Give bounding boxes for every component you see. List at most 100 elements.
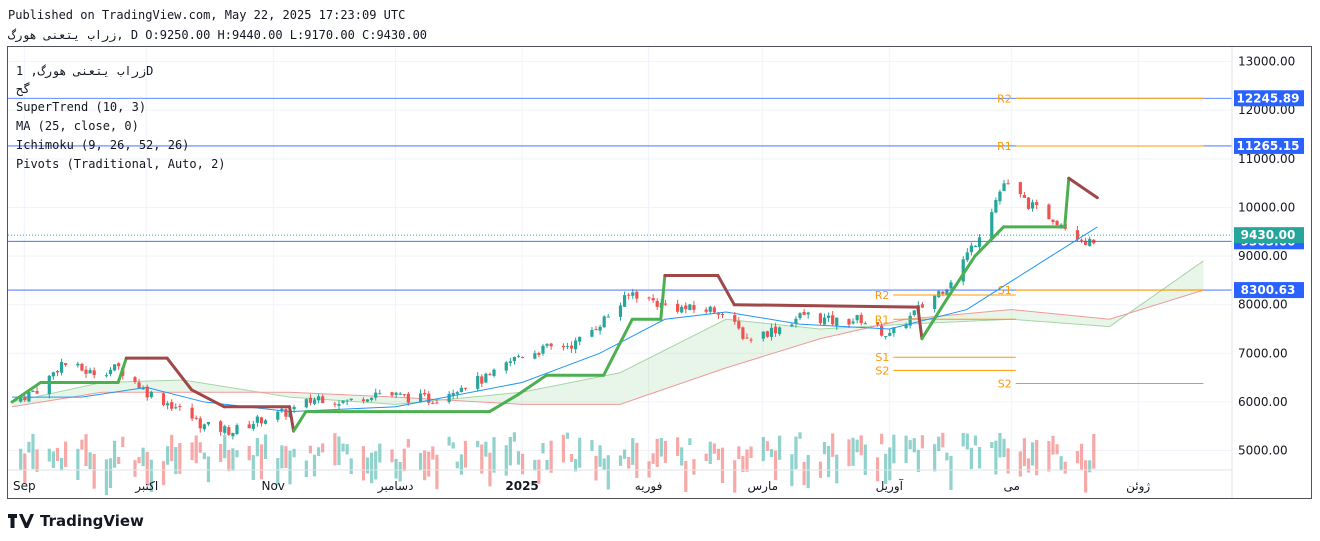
- volume-bar: [76, 448, 80, 480]
- volume-bar: [321, 443, 325, 453]
- candle-body: [618, 305, 623, 317]
- candle-body: [463, 387, 468, 389]
- volume-bar: [977, 447, 982, 469]
- candle-body: [484, 373, 488, 383]
- volume-bar: [312, 454, 317, 477]
- volume-bar: [949, 455, 953, 491]
- candle-body: [312, 399, 317, 404]
- candle-body: [941, 291, 945, 294]
- volume-bar: [847, 439, 851, 467]
- legend-pivots[interactable]: Pivots (Traditional, Auto, 2): [16, 157, 226, 171]
- volume-bar: [1079, 443, 1084, 470]
- volume-bar: [965, 433, 969, 450]
- candle-body: [855, 315, 859, 321]
- x-tick-label: آوریل: [876, 478, 904, 494]
- candle-body: [990, 212, 994, 239]
- candle-body: [284, 409, 288, 417]
- candle-body: [459, 387, 463, 392]
- candle-body: [394, 392, 398, 395]
- volume-bar: [137, 457, 141, 464]
- volume-bar: [765, 441, 769, 451]
- volume-bar: [994, 440, 998, 475]
- candle-body: [622, 295, 627, 307]
- volume-bar: [512, 432, 517, 442]
- pivot-label: S1: [875, 351, 889, 364]
- candle-body: [174, 407, 178, 409]
- candle-body: [606, 316, 610, 318]
- volume-bar: [904, 435, 908, 463]
- candle-body: [161, 393, 166, 406]
- volume-bar: [235, 450, 239, 458]
- volume-bar: [990, 442, 994, 449]
- volume-bar: [47, 448, 51, 462]
- volume-bar: [822, 441, 827, 455]
- volume-bar: [565, 432, 570, 439]
- volume-bar: [712, 443, 716, 454]
- candle-body: [361, 399, 366, 402]
- volume-bar: [112, 440, 117, 468]
- legend-ichimoku[interactable]: Ichimoku (9, 26, 52, 26): [16, 138, 189, 152]
- price-chart[interactable]: R2R1S1S2R2R1S1S25000.006000.007000.00800…: [0, 0, 1320, 541]
- candle-body: [973, 246, 978, 248]
- volume-bar: [859, 435, 863, 456]
- candle-body: [427, 393, 431, 403]
- volume-bar: [292, 448, 296, 458]
- candle-body: [333, 403, 337, 405]
- volume-bar: [190, 442, 194, 461]
- candle-body: [223, 426, 227, 433]
- candle-body: [88, 370, 92, 374]
- volume-bar: [402, 448, 406, 472]
- candle-body: [341, 400, 345, 403]
- x-tick-label: دسامبر: [377, 479, 414, 494]
- volume-bar: [508, 436, 512, 466]
- candle-body: [190, 407, 194, 419]
- y-tick-label: 6000.00: [1238, 395, 1288, 409]
- pivot-label: S2: [875, 364, 889, 377]
- candle-body: [512, 356, 517, 362]
- volume-bar: [520, 453, 525, 475]
- volume-bar: [806, 454, 810, 489]
- volume-bar: [223, 435, 227, 459]
- volume-bar: [227, 449, 231, 472]
- candle-body: [912, 310, 916, 315]
- candle-body: [1055, 221, 1059, 226]
- tradingview-logo[interactable]: TradingView: [8, 512, 144, 530]
- volume-bar: [684, 460, 688, 492]
- candle-body: [133, 377, 137, 382]
- candle-body: [1006, 183, 1010, 185]
- volume-bar: [288, 450, 292, 485]
- candle-body: [227, 427, 231, 435]
- candle-body: [537, 353, 541, 355]
- volume-bar: [651, 453, 655, 464]
- supertrend-segment: [944, 254, 977, 302]
- volume-bar: [733, 460, 737, 493]
- candle-body: [370, 397, 374, 400]
- volume-bar: [259, 444, 264, 480]
- candle-body: [316, 396, 321, 401]
- volume-bar: [973, 435, 978, 446]
- candle-body: [406, 393, 410, 403]
- legend-ma[interactable]: MA (25, close, 0): [16, 119, 139, 133]
- volume-bar: [794, 436, 798, 470]
- volume-bar: [802, 461, 806, 486]
- candle-body: [773, 326, 778, 334]
- volume-bar: [88, 452, 92, 470]
- candle-body: [31, 390, 35, 392]
- candle-body: [166, 403, 170, 406]
- volume-bar: [916, 449, 920, 473]
- volume-bar: [104, 459, 109, 496]
- volume-bar: [316, 447, 321, 457]
- volume-bar: [578, 437, 582, 468]
- candle-body: [402, 394, 406, 396]
- volume-bar: [504, 445, 508, 476]
- candle-body: [549, 343, 553, 347]
- candle-body: [480, 376, 484, 384]
- legend-supertrend[interactable]: SuperTrend (10, 3): [16, 100, 146, 114]
- volume-bar: [35, 449, 39, 472]
- volume-bar: [178, 442, 182, 474]
- volume-bar: [941, 432, 945, 448]
- candle-body: [798, 313, 802, 319]
- candle-body: [631, 292, 635, 296]
- candle-body: [35, 391, 39, 394]
- y-tick-label: 9000.00: [1238, 249, 1288, 263]
